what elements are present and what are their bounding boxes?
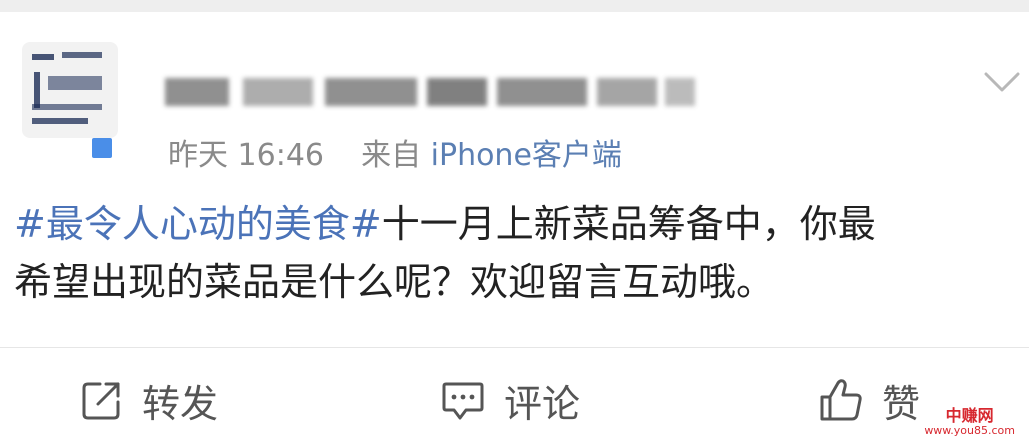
avatar[interactable] [22,42,118,138]
comment-label: 评论 [504,381,581,426]
thumbs-up-icon [820,379,862,421]
top-strip [0,0,1029,12]
repost-button[interactable]: 转发 [80,372,218,428]
post-text-line2: 希望出现的菜品是什么呢？欢迎留言互动哦。 [14,260,775,304]
watermark-brand: 中赚网 [945,406,994,426]
source-link[interactable]: iPhone客户端 [431,138,622,173]
username-pixelated[interactable] [165,72,705,112]
repost-icon [82,382,120,420]
post-time: 昨天 16:46 [168,138,324,173]
like-button[interactable]: 赞 [818,372,920,428]
comment-button[interactable]: 评论 [440,372,580,428]
divider [0,347,1029,348]
hashtag-link[interactable]: #最令人心动的美食# [14,202,382,246]
source-prefix: 来自 [361,138,422,173]
verified-badge-icon [92,138,112,158]
repost-label: 转发 [142,381,219,426]
watermark-logo: 中赚网 www.you85.com [924,407,1015,437]
post-text-line1: 十一月上新菜品筹备中，你最 [381,202,876,246]
like-label: 赞 [882,381,921,426]
watermark-url: www.you85.com [924,423,1015,437]
post-text: #最令人心动的美食#十一月上新菜品筹备中，你最 希望出现的菜品是什么呢？欢迎留言… [14,195,1019,311]
post-meta: 昨天 16:46 来自 iPhone客户端 [168,130,622,174]
chevron-down-icon[interactable] [982,62,1022,102]
comment-icon [442,382,484,420]
